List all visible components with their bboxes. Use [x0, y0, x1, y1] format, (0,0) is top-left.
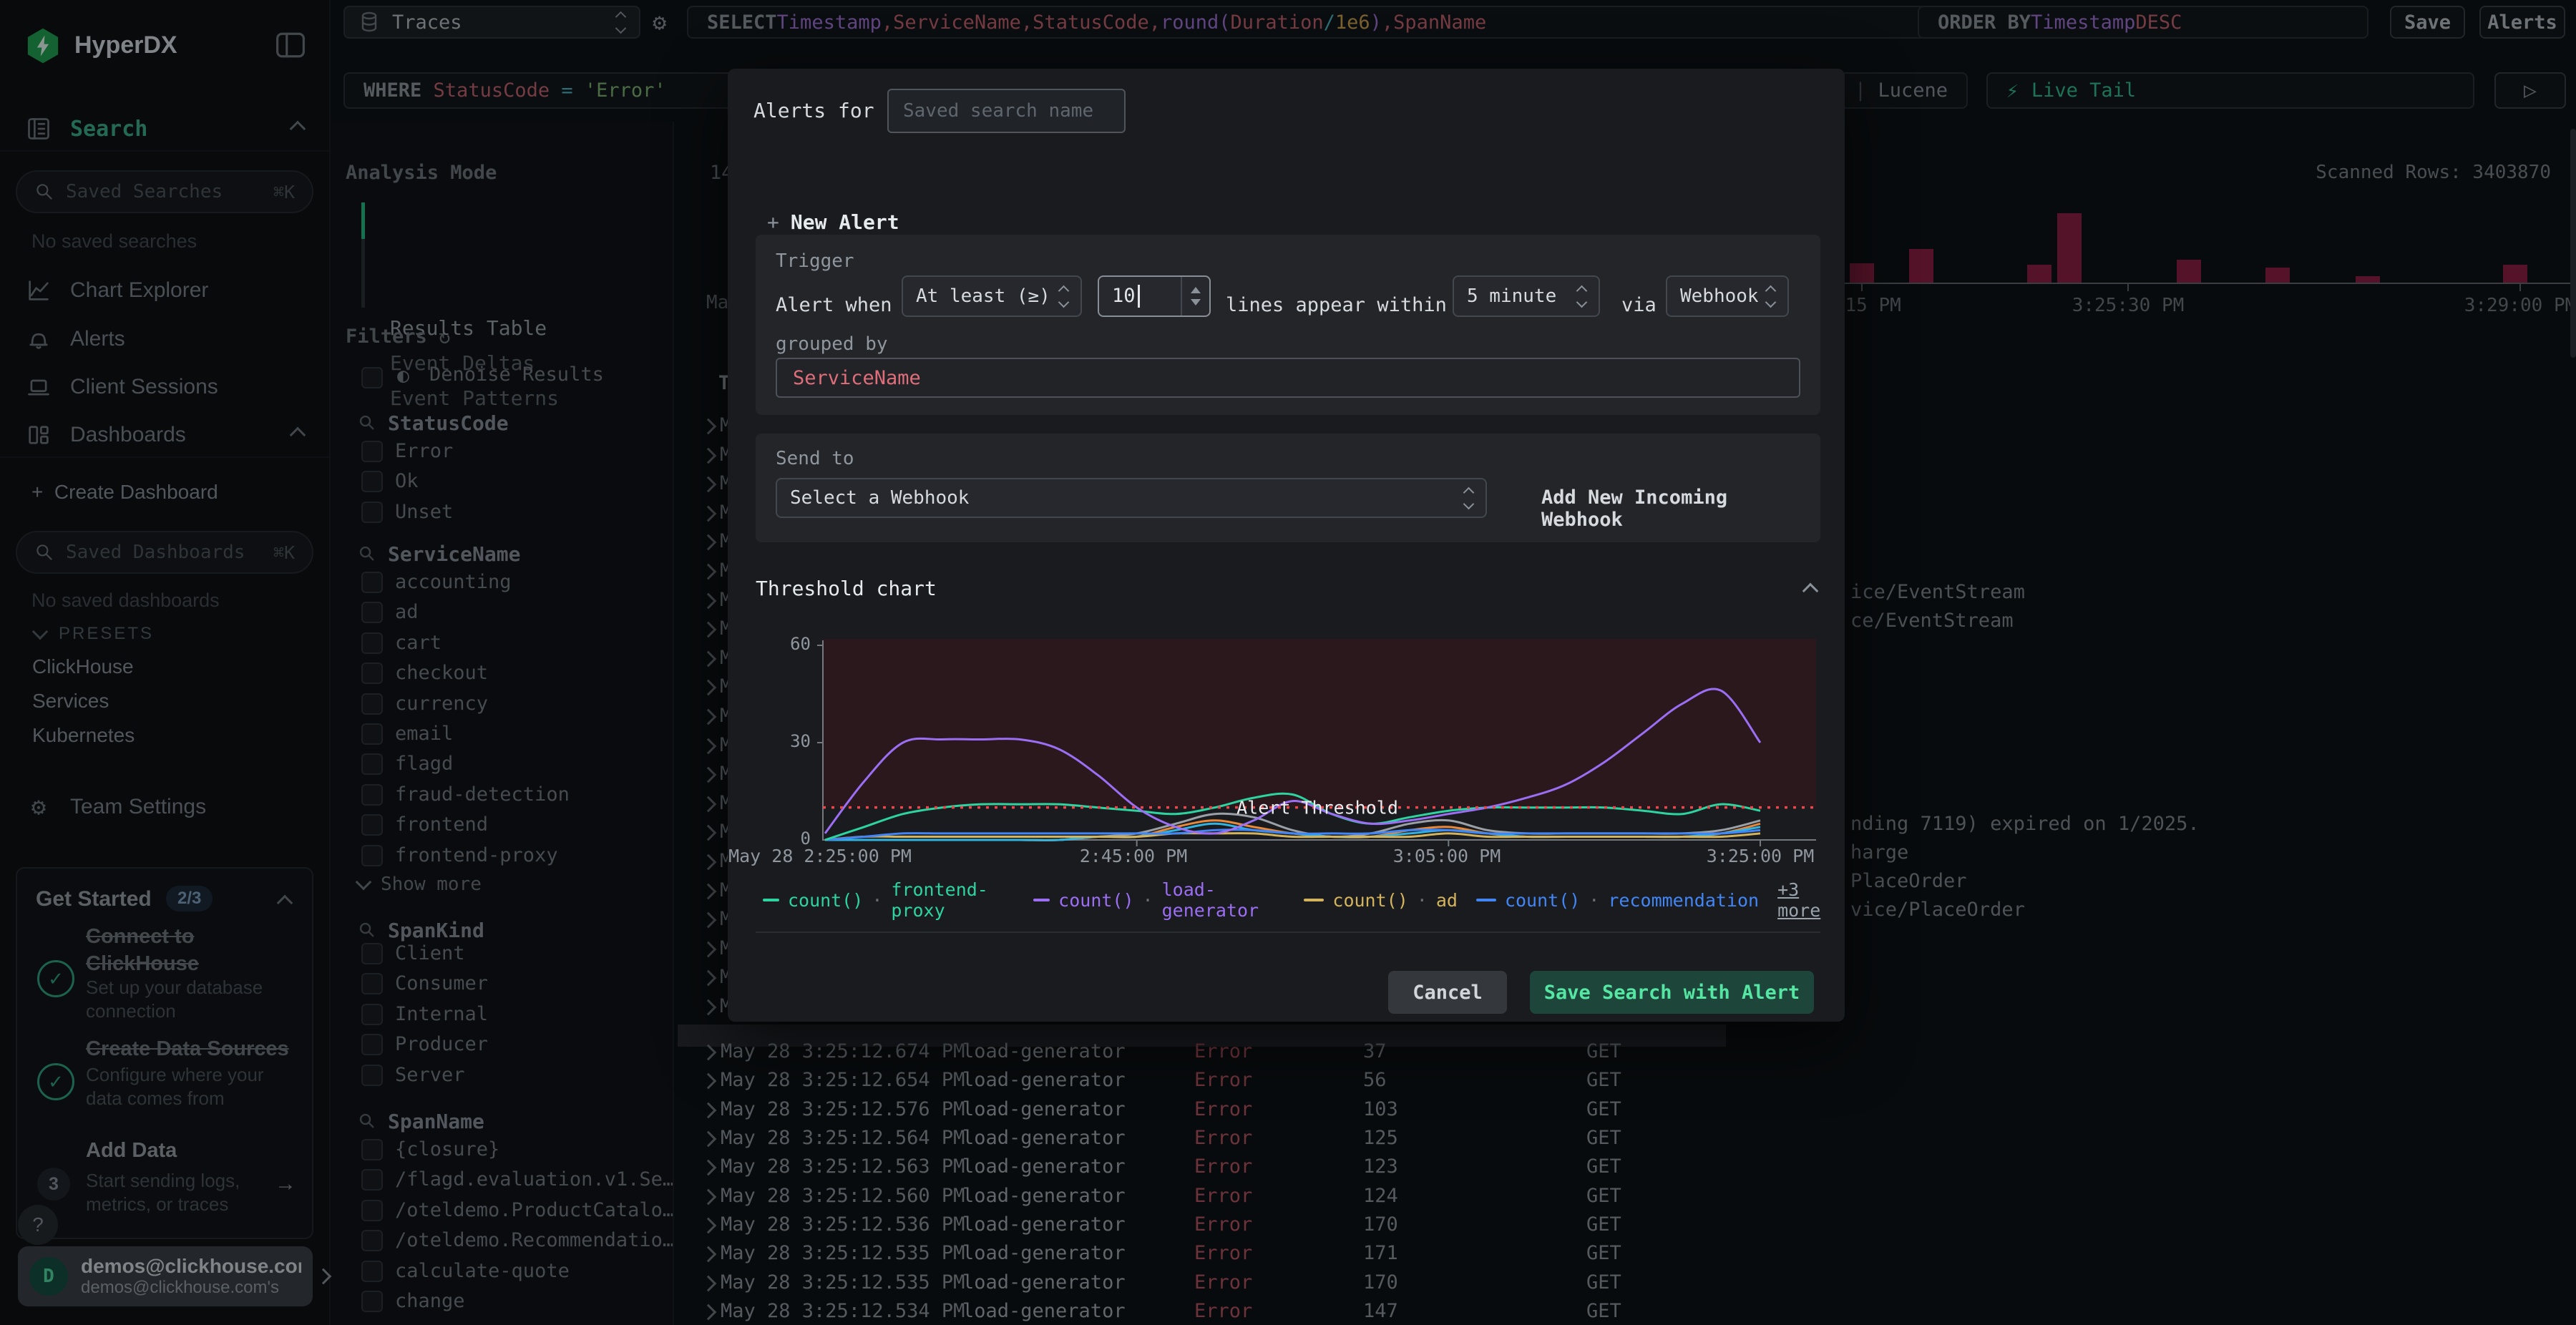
select-carets-icon: [1576, 285, 1588, 308]
legend-more-link[interactable]: +3 more: [1777, 879, 1845, 921]
send-to-label: Send to: [776, 448, 854, 469]
select-carets-icon: [1463, 487, 1475, 509]
save-search-with-alert-button[interactable]: Save Search with Alert: [1530, 971, 1814, 1014]
plus-icon: +: [767, 210, 779, 234]
x-tick-label: 3:05:00 PM: [1392, 846, 1501, 866]
create-alert-modal: Alerts for Saved search name + New Alert…: [728, 69, 1845, 1022]
legend-item[interactable]: count() · recommendation: [1475, 890, 1759, 911]
trigger-section-label: Trigger: [776, 250, 854, 272]
comparator-value: At least (≥): [916, 285, 1050, 307]
window-select[interactable]: 5 minute: [1453, 275, 1600, 317]
via-label: via: [1621, 294, 1657, 316]
x-tick-label: May 28 2:25:00 PM: [728, 846, 912, 866]
hyperdx-app: HyperDX Search Saved Searches ⌘K No save…: [0, 0, 2576, 1325]
grouped-by-label: grouped by: [776, 333, 888, 355]
select-carets-icon: [1058, 285, 1070, 308]
alerts-for-label: Alerts for: [753, 99, 874, 122]
webhook-select-value: Select a Webhook: [790, 487, 970, 509]
svg-text:Alert Threshold: Alert Threshold: [1236, 798, 1398, 818]
input-placeholder: Saved search name: [903, 100, 1094, 122]
threshold-value: 10: [1112, 284, 1136, 307]
threshold-value-input[interactable]: 10: [1098, 275, 1211, 317]
legend-line-swatch: [763, 899, 779, 901]
channel-value: Webhook: [1680, 285, 1759, 307]
text-cursor: [1137, 285, 1140, 308]
saved-search-name-input[interactable]: Saved search name: [887, 89, 1126, 133]
window-value: 5 minute: [1467, 285, 1557, 307]
cancel-button[interactable]: Cancel: [1388, 971, 1507, 1014]
grouped-by-input[interactable]: ServiceName: [776, 358, 1800, 398]
alert-when-label: Alert when: [776, 294, 892, 316]
legend-line-swatch: [1475, 899, 1496, 901]
number-stepper[interactable]: [1181, 277, 1209, 316]
lines-within-label: lines appear within: [1226, 294, 1447, 316]
x-tick-label: 2:45:00 PM: [1079, 846, 1188, 866]
webhook-select[interactable]: Select a Webhook: [776, 478, 1487, 518]
tab-new-alert[interactable]: + New Alert: [767, 210, 899, 234]
grouped-by-value: ServiceName: [793, 366, 921, 389]
collapse-chart-icon[interactable]: [1802, 582, 1819, 600]
legend-item[interactable]: count() · frontend-proxy: [763, 879, 1015, 921]
select-carets-icon: [1765, 285, 1777, 308]
add-webhook-button[interactable]: Add New Incoming Webhook: [1541, 487, 1820, 531]
chart-legend: count() · frontend-proxy count() · load-gener…: [763, 879, 1845, 921]
y-tick-30: 30: [790, 731, 811, 751]
legend-line-swatch: [1033, 899, 1050, 901]
divider: [756, 932, 1820, 933]
threshold-chart: Alert Threshold: [817, 639, 1816, 846]
threshold-chart-title: Threshold chart: [756, 577, 937, 600]
x-tick-label: 3:25:00 PM: [1706, 846, 1815, 866]
trigger-panel: Trigger Alert when At least (≥) 10 lines…: [756, 235, 1820, 415]
y-tick-60: 60: [790, 634, 811, 654]
send-to-panel: Send to Select a Webhook Add New Incomin…: [756, 434, 1820, 542]
channel-select[interactable]: Webhook: [1666, 275, 1789, 317]
legend-line-swatch: [1304, 899, 1324, 901]
legend-item[interactable]: count() · ad: [1304, 890, 1458, 911]
comparator-select[interactable]: At least (≥): [902, 275, 1082, 317]
legend-item[interactable]: count() · load-generator: [1033, 879, 1285, 921]
